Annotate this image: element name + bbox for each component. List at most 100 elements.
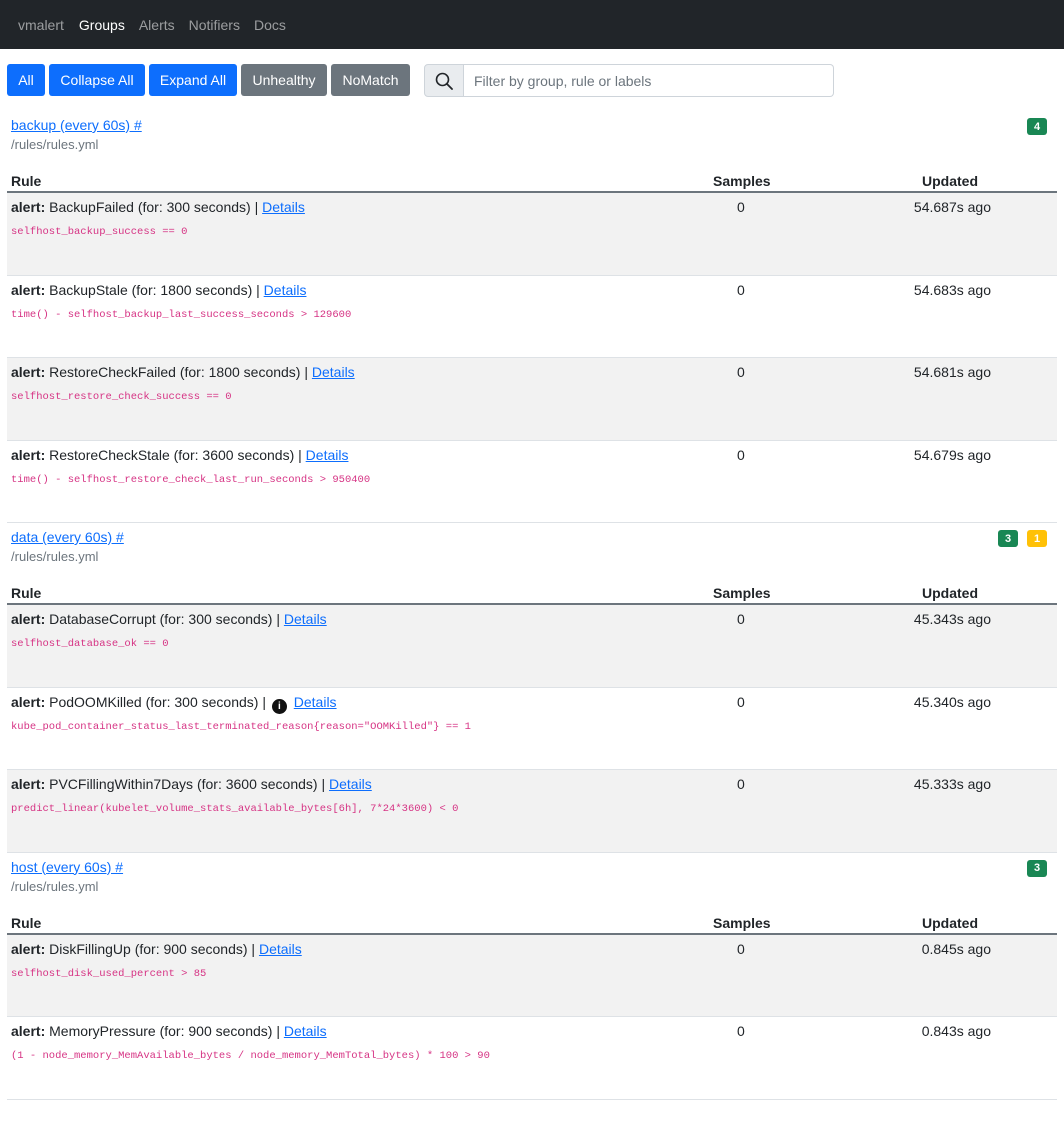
rule-line: alert: PodOOMKilled (for: 300 seconds) |… bbox=[11, 694, 337, 714]
details-link[interactable]: Details bbox=[262, 199, 305, 215]
column-header-rule: Rule bbox=[11, 914, 42, 931]
group-title-link[interactable]: host (every 60s) # bbox=[11, 859, 123, 875]
separator: | bbox=[251, 940, 256, 957]
details-link[interactable]: Details bbox=[306, 447, 349, 463]
status-badge: 3 bbox=[1027, 859, 1047, 877]
details-link[interactable]: Details bbox=[294, 694, 337, 710]
status-badge: 4 bbox=[1027, 118, 1047, 135]
rule-updated: 45.343s ago bbox=[913, 611, 991, 627]
table-row: alert: BackupFailed (for: 300 seconds) |… bbox=[7, 193, 1057, 276]
column-header-rule: Rule bbox=[11, 585, 42, 601]
rule-samples: 0 bbox=[737, 693, 745, 710]
rule-expression: selfhost_backup_success == 0 bbox=[11, 226, 188, 238]
rule-name: PVCFillingWithin7Days (for: 3600 seconds… bbox=[49, 776, 318, 792]
rules-table-header: Rule Samples Updated bbox=[7, 167, 1057, 193]
separator: | bbox=[276, 1023, 280, 1039]
rule-samples: 0 bbox=[737, 199, 745, 215]
alert-label: alert: bbox=[11, 281, 46, 298]
alert-label: alert: bbox=[11, 364, 46, 380]
separator: | bbox=[304, 364, 308, 380]
details-link[interactable]: Details bbox=[312, 364, 355, 380]
rule-expression: time() - selfhost_backup_last_success_se… bbox=[11, 308, 352, 321]
rule-line: alert: BackupFailed (for: 300 seconds) |… bbox=[11, 199, 305, 215]
column-header-samples: Samples bbox=[713, 585, 771, 601]
search-input[interactable] bbox=[464, 64, 834, 97]
rule-name: BackupStale (for: 1800 seconds) bbox=[49, 281, 253, 298]
alert-label: alert: bbox=[11, 446, 46, 463]
column-header-rule: Rule bbox=[11, 173, 42, 189]
rule-expression: kube_pod_container_status_last_terminate… bbox=[11, 720, 471, 733]
rule-name: RestoreCheckFailed (for: 1800 seconds) bbox=[49, 364, 301, 380]
rule-expression: selfhost_restore_check_success == 0 bbox=[11, 391, 232, 403]
rules-table-header: Rule Samples Updated bbox=[7, 579, 1057, 605]
expand-all-button[interactable]: Expand All bbox=[149, 64, 237, 96]
alert-label: alert: bbox=[11, 776, 46, 792]
rule-updated: 54.683s ago bbox=[913, 281, 991, 298]
rule-updated: 54.687s ago bbox=[913, 199, 991, 215]
nav-link-notifiers[interactable]: Notifiers bbox=[189, 17, 240, 33]
column-header-samples: Samples bbox=[713, 173, 771, 189]
groups-container: backup (every 60s) # /rules/rules.yml 4 Rul… bbox=[0, 111, 1064, 1100]
rule-name: MemoryPressure (for: 900 seconds) bbox=[49, 1023, 273, 1039]
rule-line: alert: PVCFillingWithin7Days (for: 3600 … bbox=[11, 776, 372, 792]
rule-line: alert: RestoreCheckFailed (for: 1800 sec… bbox=[11, 364, 355, 380]
status-badge: 3 bbox=[998, 530, 1018, 547]
rule-samples: 0 bbox=[737, 1023, 745, 1039]
nav-link-alerts[interactable]: Alerts bbox=[139, 17, 175, 33]
alert-label: alert: bbox=[11, 940, 46, 957]
rule-line: alert: BackupStale (for: 1800 seconds) |… bbox=[11, 282, 306, 298]
rule-group: backup (every 60s) # /rules/rules.yml 4 Rul… bbox=[7, 111, 1057, 523]
all-button[interactable]: All bbox=[7, 64, 45, 96]
group-file-path: /rules/rules.yml bbox=[11, 137, 99, 152]
rule-line: alert: DiskFillingUp (for: 900 seconds) … bbox=[11, 941, 302, 957]
details-link[interactable]: Details bbox=[329, 776, 372, 792]
rule-line: alert: DatabaseCorrupt (for: 300 seconds… bbox=[11, 611, 327, 627]
details-link[interactable]: Details bbox=[284, 611, 327, 627]
rule-updated: 0.843s ago bbox=[921, 1023, 991, 1039]
column-header-updated: Updated bbox=[922, 914, 978, 931]
details-link[interactable]: Details bbox=[284, 1023, 327, 1039]
table-row: alert: BackupStale (for: 1800 seconds) |… bbox=[7, 276, 1057, 358]
brand-link[interactable]: vmalert bbox=[18, 17, 64, 33]
alert-label: alert: bbox=[11, 693, 46, 710]
group-header: backup (every 60s) # /rules/rules.yml 4 bbox=[7, 111, 1057, 167]
rule-expression: selfhost_database_ok == 0 bbox=[11, 638, 169, 650]
column-header-updated: Updated bbox=[922, 585, 978, 601]
rule-samples: 0 bbox=[737, 940, 745, 957]
table-row: alert: DiskFillingUp (for: 900 seconds) … bbox=[7, 934, 1057, 1017]
group-badges: 31 bbox=[998, 530, 1047, 547]
separator: | bbox=[321, 776, 326, 792]
group-title-link[interactable]: data (every 60s) # bbox=[11, 529, 124, 545]
separator: | bbox=[256, 281, 260, 298]
nomatch-button[interactable]: NoMatch bbox=[331, 64, 410, 96]
rule-line: alert: MemoryPressure (for: 900 seconds)… bbox=[11, 1023, 327, 1039]
group-header: data (every 60s) # /rules/rules.yml 3 1 bbox=[7, 523, 1057, 579]
group-badges: 3 bbox=[1027, 859, 1047, 877]
rule-name: DatabaseCorrupt (for: 300 seconds) bbox=[49, 611, 273, 627]
rule-samples: 0 bbox=[737, 364, 745, 380]
rule-group: host (every 60s) # /rules/rules.yml 3 Rule S… bbox=[7, 853, 1057, 1100]
group-title-link[interactable]: backup (every 60s) # bbox=[11, 117, 142, 133]
alert-label: alert: bbox=[11, 199, 46, 215]
collapse-all-button[interactable]: Collapse All bbox=[49, 64, 145, 96]
rule-updated: 45.340s ago bbox=[913, 693, 991, 710]
separator: | bbox=[262, 693, 266, 710]
info-icon[interactable]: i bbox=[271, 698, 287, 714]
table-row: alert: RestoreCheckStale (for: 3600 seco… bbox=[7, 441, 1057, 523]
rule-name: PodOOMKilled (for: 300 seconds) bbox=[49, 693, 259, 710]
rule-name: RestoreCheckStale (for: 3600 seconds) bbox=[49, 446, 295, 463]
rule-expression: predict_linear(kubelet_volume_stats_avai… bbox=[11, 803, 459, 815]
rule-group: data (every 60s) # /rules/rules.yml 3 1 Rule… bbox=[7, 523, 1057, 853]
rule-expression: selfhost_disk_used_percent > 85 bbox=[11, 967, 207, 980]
filter-toolbar: All Collapse All Expand All Unhealthy No… bbox=[0, 49, 1064, 111]
nav-link-docs[interactable]: Docs bbox=[254, 17, 286, 33]
details-link[interactable]: Details bbox=[264, 282, 307, 298]
separator: | bbox=[276, 611, 280, 627]
details-link[interactable]: Details bbox=[259, 941, 302, 957]
nav-link-groups[interactable]: Groups bbox=[79, 17, 125, 33]
separator: | bbox=[254, 199, 259, 215]
rule-updated: 45.333s ago bbox=[913, 776, 991, 792]
unhealthy-button[interactable]: Unhealthy bbox=[241, 64, 327, 96]
column-header-updated: Updated bbox=[922, 173, 978, 189]
column-header-samples: Samples bbox=[713, 914, 771, 931]
